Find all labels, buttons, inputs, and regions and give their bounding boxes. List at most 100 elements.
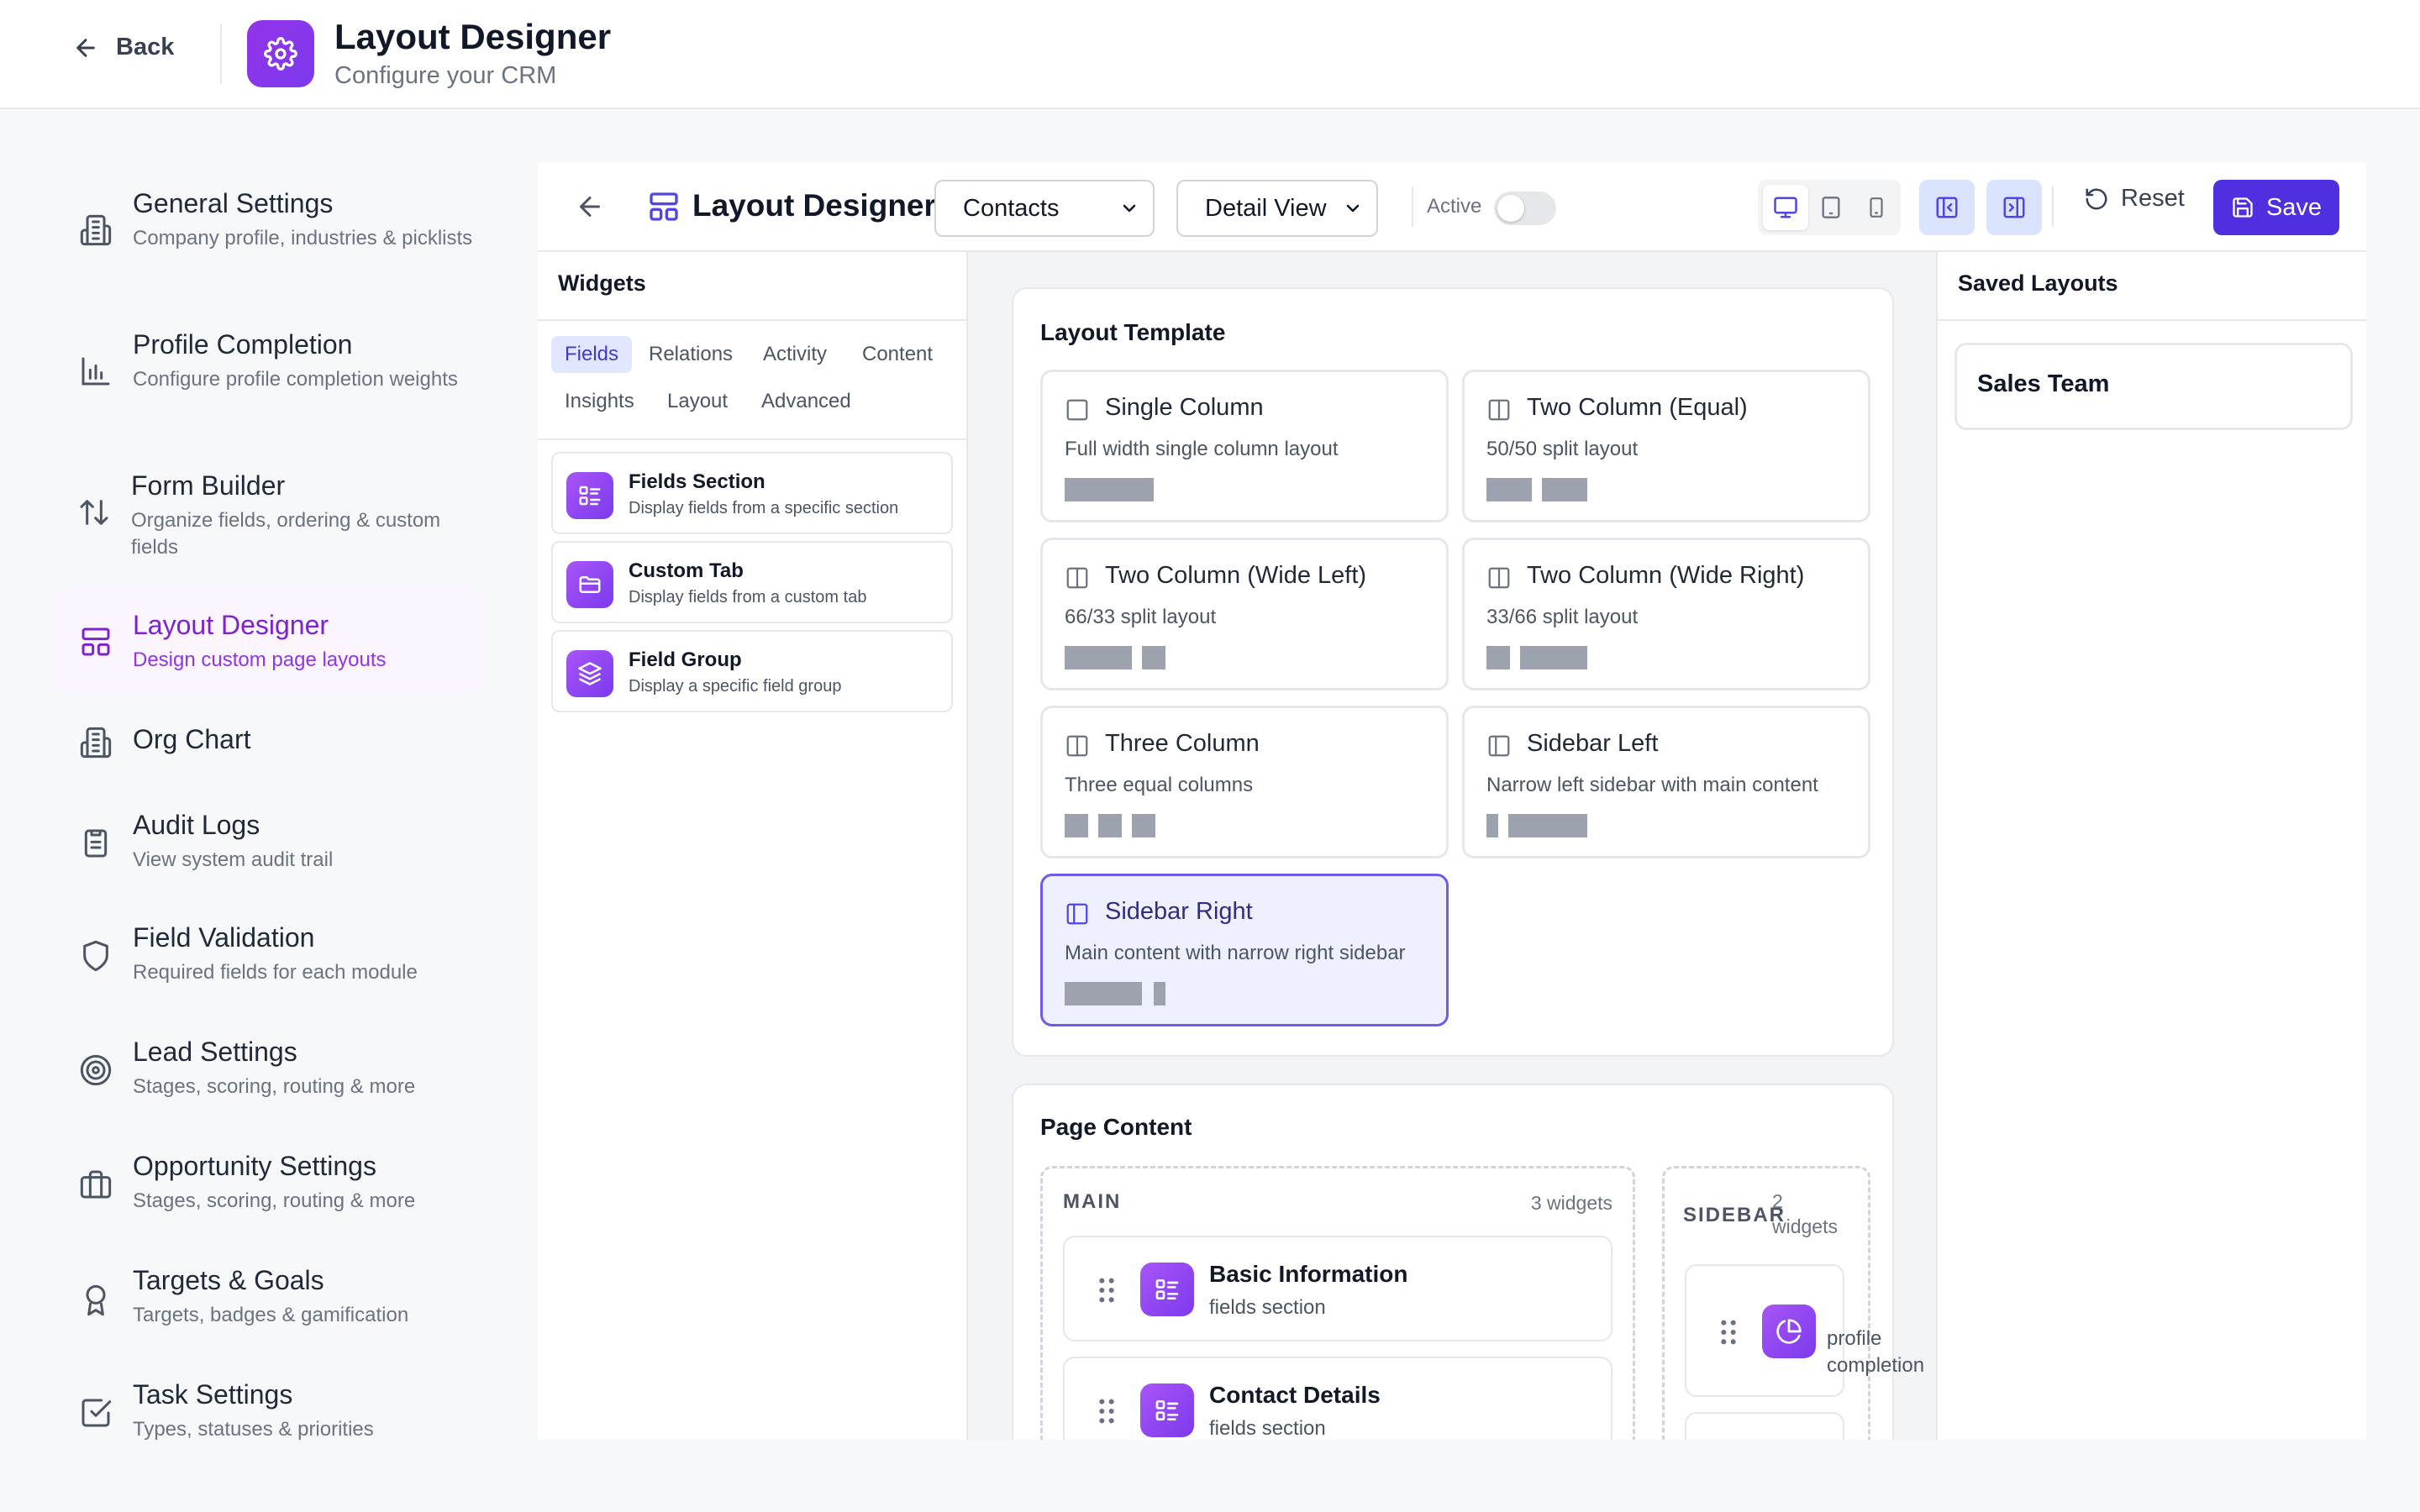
- tablet-view-button[interactable]: [1808, 185, 1854, 230]
- toggle-knob: [1497, 195, 1524, 222]
- widget-field-group[interactable]: Field Group Display a specific field gro…: [551, 630, 953, 712]
- tab-activity[interactable]: Activity: [750, 336, 840, 373]
- page-widget-sidebar[interactable]: [1685, 1412, 1844, 1440]
- saved-layout-item[interactable]: Sales Team: [1954, 343, 2353, 430]
- saved-layouts-panel: Saved Layouts Sales Team: [1936, 252, 2366, 1440]
- template-single-column[interactable]: Single Column Full width single column l…: [1040, 370, 1449, 522]
- bar-chart-icon: [82, 357, 110, 386]
- widgets-panel: Widgets Fields Relations Activity Conten…: [538, 252, 968, 1440]
- tab-advanced[interactable]: Advanced: [748, 383, 865, 420]
- template-three-column[interactable]: Three Column Three equal columns: [1040, 706, 1449, 858]
- widget-subtitle-line: completion: [1827, 1354, 1925, 1377]
- page-widget-basic-information[interactable]: Basic Information fields section: [1063, 1236, 1612, 1341]
- nav-desc: View system audit trail: [133, 848, 334, 871]
- layers-icon: [578, 662, 602, 685]
- nav-title: Lead Settings: [133, 1037, 297, 1067]
- widget-icon: [566, 650, 613, 697]
- layout-template-heading: Layout Template: [1040, 319, 1226, 345]
- widget-icon: [566, 561, 613, 608]
- nav-item-profile-completion[interactable]: Profile Completion Configure profile com…: [54, 319, 484, 428]
- monitor-icon: [1774, 197, 1797, 218]
- widget-title: Custom Tab: [629, 559, 744, 582]
- nav-item-form-builder[interactable]: Form Builder Organize fields, ordering &…: [54, 460, 484, 570]
- arrow-left-icon[interactable]: [575, 192, 605, 222]
- building-icon: [80, 727, 112, 759]
- active-toggle[interactable]: [1494, 192, 1556, 225]
- widget-icon: [566, 472, 613, 519]
- nav-desc: Required fields for each module: [133, 961, 418, 984]
- module-select[interactable]: Contacts: [934, 180, 1155, 237]
- toggle-left-panel-button[interactable]: [1919, 180, 1975, 235]
- zone-label: MAIN: [1063, 1190, 1122, 1213]
- template-sidebar-right[interactable]: Sidebar Right Main content with narrow r…: [1040, 874, 1449, 1026]
- preview-column: [1065, 478, 1154, 501]
- zone-count: widgets: [1772, 1215, 1838, 1237]
- clipboard-icon: [84, 829, 108, 858]
- preview-column: [1486, 814, 1498, 837]
- template-two-column-wide-left[interactable]: Two Column (Wide Left) 66/33 split layou…: [1040, 538, 1449, 690]
- main-drop-zone[interactable]: MAIN 3 widgets Basic Information fields …: [1040, 1166, 1635, 1440]
- grip-vertical-icon[interactable]: [1097, 1397, 1117, 1425]
- folder-icon: [579, 576, 601, 593]
- app-logo: [247, 20, 314, 87]
- nav-desc: Configure profile completion weights: [133, 368, 458, 391]
- grip-vertical-icon[interactable]: [1718, 1318, 1739, 1347]
- tab-fields[interactable]: Fields: [551, 336, 633, 373]
- nav-title: Org Chart: [133, 724, 251, 754]
- preview-column: [1508, 814, 1587, 837]
- tab-insights[interactable]: Insights: [551, 383, 648, 420]
- nav-item-org-chart[interactable]: Org Chart: [54, 719, 484, 786]
- view-select[interactable]: Detail View: [1176, 180, 1378, 237]
- preview-column: [1520, 646, 1587, 669]
- designer-canvas: Layout Template Single Column Full width…: [968, 252, 1936, 1440]
- gear-icon: [264, 37, 297, 71]
- back-label: Back: [116, 34, 175, 60]
- nav-item-layout-designer[interactable]: Layout Designer Design custom page layou…: [54, 588, 484, 694]
- reset-label: Reset: [2121, 185, 2185, 212]
- nav-item-task-settings[interactable]: Task Settings Types, statuses & prioriti…: [54, 1378, 484, 1470]
- nav-item-audit-logs[interactable]: Audit Logs View system audit trail: [54, 806, 484, 899]
- widget-fields-section[interactable]: Fields Section Display fields from a spe…: [551, 452, 953, 534]
- shield-icon: [83, 940, 108, 972]
- tab-content[interactable]: Content: [849, 336, 946, 373]
- nav-item-field-validation[interactable]: Field Validation Required fields for eac…: [54, 921, 484, 1013]
- template-two-column-wide-right[interactable]: Two Column (Wide Right) 33/66 split layo…: [1462, 538, 1870, 690]
- nav-desc: Design custom page layouts: [133, 648, 387, 671]
- nav-item-lead-settings[interactable]: Lead Settings Stages, scoring, routing &…: [54, 1035, 484, 1127]
- list-icon: [1155, 1279, 1179, 1299]
- template-desc: Three equal columns: [1065, 774, 1254, 796]
- grip-vertical-icon[interactable]: [1097, 1276, 1117, 1305]
- template-two-column-equal[interactable]: Two Column (Equal) 50/50 split layout: [1462, 370, 1870, 522]
- tab-layout[interactable]: Layout: [654, 383, 741, 420]
- nav-item-targets-goals[interactable]: Targets & Goals Targets, badges & gamifi…: [54, 1263, 484, 1356]
- divider: [538, 319, 966, 321]
- template-sidebar-left[interactable]: Sidebar Left Narrow left sidebar with ma…: [1462, 706, 1870, 858]
- widget-desc: Display fields from a specific section: [629, 499, 899, 517]
- nav-title: Form Builder: [131, 470, 286, 501]
- back-button[interactable]: Back: [72, 34, 174, 61]
- designer-toolbar: Layout Designer Contacts Detail View Act…: [538, 163, 2366, 252]
- widget-title: Contact Details: [1209, 1382, 1381, 1408]
- page-widget-profile-completion[interactable]: [1685, 1264, 1844, 1397]
- toggle-right-panel-button[interactable]: [1986, 180, 2042, 235]
- page-widget-contact-details[interactable]: Contact Details fields section: [1063, 1357, 1612, 1440]
- mobile-view-button[interactable]: [1854, 185, 1899, 230]
- desktop-view-button[interactable]: [1763, 185, 1808, 230]
- save-button[interactable]: Save: [2213, 180, 2339, 235]
- nav-item-general-settings[interactable]: General Settings Company profile, indust…: [54, 176, 484, 286]
- widget-title: Basic Information: [1209, 1261, 1408, 1287]
- nav-title: Task Settings: [133, 1379, 293, 1410]
- columns-icon: [1488, 567, 1510, 589]
- building-icon: [80, 214, 112, 246]
- nav-title: Targets & Goals: [133, 1265, 324, 1295]
- save-label: Save: [2265, 193, 2323, 221]
- template-name: Two Column (Wide Right): [1527, 562, 1805, 589]
- widget-subtitle: fields section: [1209, 1296, 1326, 1319]
- reset-button[interactable]: Reset: [2084, 185, 2185, 213]
- tab-relations[interactable]: Relations: [635, 336, 746, 373]
- view-select-value: Detail View: [1205, 194, 1327, 222]
- sidebar-drop-zone[interactable]: SIDEBAR 2 widgets: [1662, 1166, 1870, 1440]
- widget-custom-tab[interactable]: Custom Tab Display fields from a custom …: [551, 541, 953, 623]
- square-icon: [1066, 399, 1088, 421]
- nav-item-opportunity-settings[interactable]: Opportunity Settings Stages, scoring, ro…: [54, 1149, 484, 1242]
